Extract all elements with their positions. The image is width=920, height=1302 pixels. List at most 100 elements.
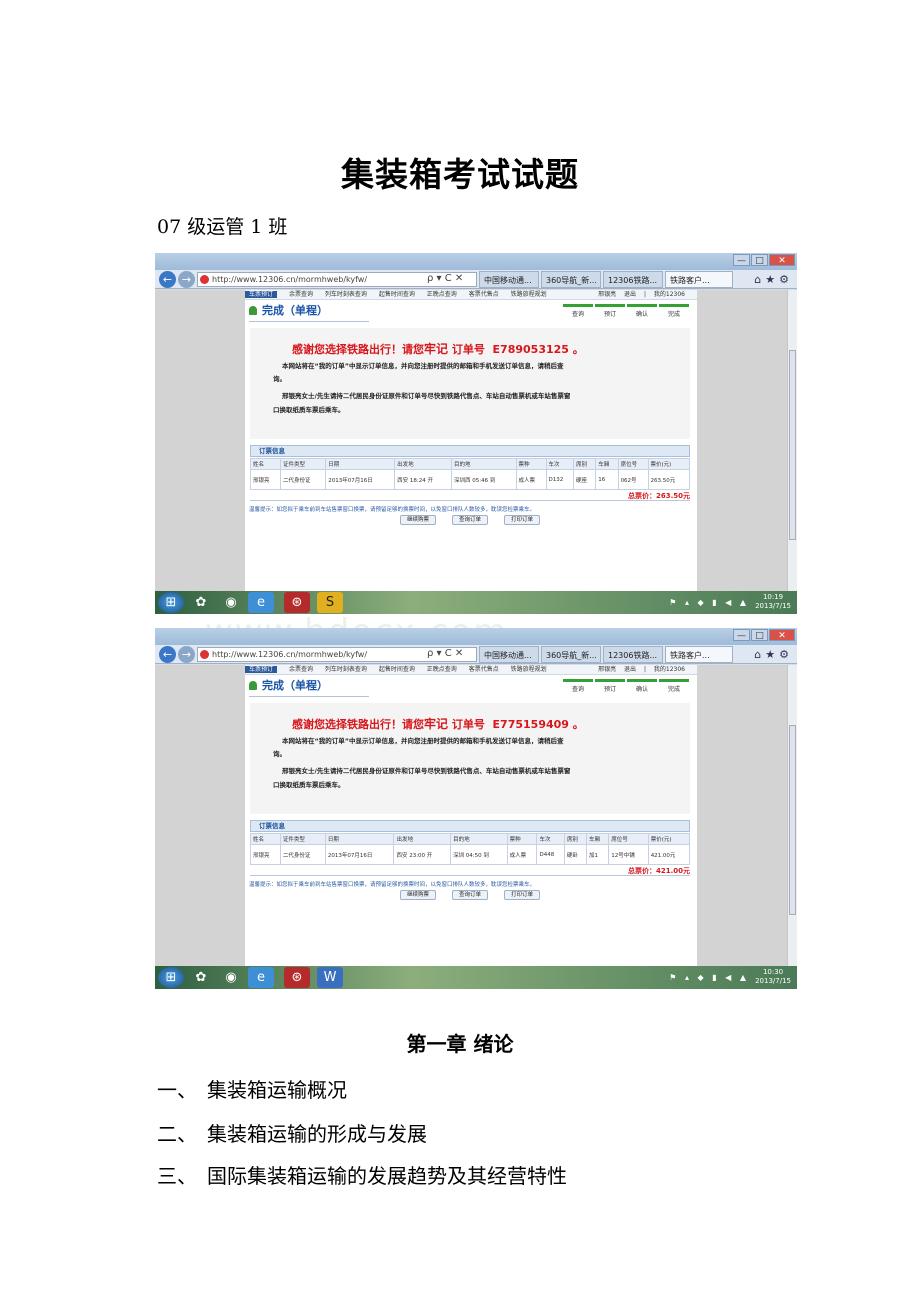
user-name: 邢银亮 [598,666,617,673]
page-heading: 完成（单程） [249,679,328,693]
step-book: 预订 [595,679,625,693]
minimize-button[interactable]: — [733,629,750,641]
windows-taskbar: ⊞ ✿ ◉ e ⊛ S ⚑ ▴ ◆ ▮ ◀ ▲ 10:19 2013/7/15 [155,591,797,614]
site-favicon-icon [200,650,209,659]
menu-remaining[interactable]: 余票查询 [289,666,313,673]
order-info-header: 订票信息 [250,445,690,457]
tab-mobile[interactable]: 中国移动通... [479,271,539,288]
menu-delay[interactable]: 正晚点查询 [427,291,457,298]
home-favorites-settings-icon[interactable]: ⌂★⚙ [754,645,793,664]
railway-app-icon[interactable]: ⊛ [284,967,310,988]
order-number: E789053125 [492,343,569,356]
notice-line-3: 邢银亮女士/先生请持二代居民身份证原件和订单号尽快到铁路代售点、车站自动售票机或… [282,767,571,775]
query-order-button[interactable]: 查询订单 [452,515,488,525]
word-icon[interactable]: W [317,967,343,988]
menu-ticket-booking[interactable]: 车票预订 [245,291,278,298]
web-page: 车票预订 余票查询 列车时刻表查询 起售时间查询 正晚点查询 客票代售点 铁路旅… [155,665,797,966]
notice-line-3: 邢银亮女士/先生请持二代居民身份证原件和订单号尽快到铁路代售点、车站自动售票机或… [282,392,571,400]
order-table: 姓名 证件类型 日期 出发地 目的地 票种 车次 席别 车厢 席位号 票价(元) 邢银亮 二代身份证 2… [250,833,691,865]
snagit-icon[interactable]: S [317,592,343,613]
menu-timetable[interactable]: 列车时刻表查询 [325,666,367,673]
print-order-button[interactable]: 打印订单 [504,890,540,900]
tip-text: 温馨提示：如您拟于乘车前到车站售票窗口换票，请预留足够的换票时间，以免窗口排队人… [249,507,536,513]
ie-icon[interactable]: e [248,967,274,988]
order-info-header: 订票信息 [250,820,690,832]
tab-railway-customer[interactable]: 铁路客户... [665,271,733,288]
tab-railway-customer[interactable]: 铁路客户... [665,646,733,663]
menu-sale-time[interactable]: 起售时间查询 [379,291,415,298]
person-icon [249,681,257,690]
chapter-item-2: 二、 集装箱运输的形成与发展 [157,1122,427,1146]
menu-remaining[interactable]: 余票查询 [289,291,313,298]
forward-icon[interactable]: → [178,271,195,288]
page-content: 车票预订 余票查询 列车时刻表查询 起售时间查询 正晚点查询 客票代售点 铁路旅… [245,290,697,591]
step-confirm: 确认 [627,679,657,693]
menu-agents[interactable]: 客票代售点 [469,666,499,673]
menu-planner[interactable]: 铁路旅程规划 [511,666,547,673]
windows-taskbar: ⊞ ✿ ◉ e ⊛ W ⚑ ▴ ◆ ▮ ◀ ▲ 10:30 2013/7/15 [155,966,797,989]
maximize-button[interactable]: □ [751,254,768,266]
step-query: 查询 [563,679,593,693]
close-button[interactable]: ✕ [769,254,795,266]
order-number: E775159409 [492,718,569,731]
minimize-button[interactable]: — [733,254,750,266]
logout-link[interactable]: 退出 [624,666,636,673]
system-tray-icons[interactable]: ⚑ ▴ ◆ ▮ ◀ ▲ [669,966,749,989]
logout-link[interactable]: 退出 [624,291,636,298]
order-table: 姓名 证件类型 日期 出发地 目的地 票种 车次 席别 车厢 席位号 票价(元) 邢银亮 二代身份证 2… [250,458,691,490]
app-icon[interactable]: ✿ [188,967,214,988]
menu-planner[interactable]: 铁路旅程规划 [511,291,547,298]
tab-12306[interactable]: 12306铁路... [603,271,663,288]
chapter-title: 第一章 绪论 [406,1032,514,1056]
notice-line-4: 口换取纸质车票后乘车。 [273,781,345,789]
scrollbar[interactable] [787,290,797,591]
table-row: 邢银亮 二代身份证 2013年07月16日 西安 18:24 开深圳西 05:46 到… [250,469,691,490]
system-clock: 10:19 2013/7/15 [755,593,791,610]
page-content: 车票预订 余票查询 列车时刻表查询 起售时间查询 正晚点查询 客票代售点 铁路旅… [245,665,697,966]
scrollbar[interactable] [787,665,797,966]
start-icon[interactable]: ⊞ [158,967,184,988]
my-12306-link[interactable]: 我的12306 [654,666,685,673]
close-button[interactable]: ✕ [769,629,795,641]
system-tray-icons[interactable]: ⚑ ▴ ◆ ▮ ◀ ▲ [669,591,749,614]
continue-booking-button[interactable]: 继续购票 [400,515,436,525]
notice-line-2: 询。 [273,750,286,758]
print-order-button[interactable]: 打印订单 [504,515,540,525]
document-title: 集装箱考试试题 [341,155,579,194]
ie-icon[interactable]: e [248,592,274,613]
chapter-item-3: 三、 国际集装箱运输的发展趋势及其经营特性 [157,1164,567,1188]
address-tools[interactable]: ρ ▾ C ✕ [427,647,463,660]
browser-screenshot-1: — □ ✕ ← → http://www.12306.cn/mormhweb/k… [155,253,797,614]
table-row: 邢银亮 二代身份证 2013年07月16日 西安 23:00 开深圳 04:50 到成… [250,844,691,865]
thanks-line: 感谢您选择铁路出行！请您牢记 订单号 E789053125 。 [292,342,584,356]
media-icon[interactable]: ◉ [218,592,244,613]
my-12306-link[interactable]: 我的12306 [654,291,685,298]
maximize-button[interactable]: □ [751,629,768,641]
start-icon[interactable]: ⊞ [158,592,184,613]
tab-360[interactable]: 360导航_新... [541,271,601,288]
menu-agents[interactable]: 客票代售点 [469,291,499,298]
media-icon[interactable]: ◉ [218,967,244,988]
forward-icon[interactable]: → [178,646,195,663]
menu-sale-time[interactable]: 起售时间查询 [379,666,415,673]
tab-mobile[interactable]: 中国移动通... [479,646,539,663]
menu-timetable[interactable]: 列车时刻表查询 [325,291,367,298]
tab-12306[interactable]: 12306铁路... [603,646,663,663]
step-done: 完成 [659,304,689,318]
back-icon[interactable]: ← [159,271,176,288]
menu-ticket-booking[interactable]: 车票预订 [245,666,278,673]
query-order-button[interactable]: 查询订单 [452,890,488,900]
continue-booking-button[interactable]: 继续购票 [400,890,436,900]
user-name: 邢银亮 [598,291,617,298]
back-icon[interactable]: ← [159,646,176,663]
step-confirm: 确认 [627,304,657,318]
app-icon[interactable]: ✿ [188,592,214,613]
railway-app-icon[interactable]: ⊛ [284,592,310,613]
home-favorites-settings-icon[interactable]: ⌂★⚙ [754,270,793,289]
tab-360[interactable]: 360导航_新... [541,646,601,663]
site-menu: 车票预订 余票查询 列车时刻表查询 起售时间查询 正晚点查询 客票代售点 铁路旅… [245,665,697,675]
site-favicon-icon [200,275,209,284]
menu-delay[interactable]: 正晚点查询 [427,666,457,673]
address-tools[interactable]: ρ ▾ C ✕ [427,272,463,285]
notice-line-4: 口换取纸质车票后乘车。 [273,406,345,414]
